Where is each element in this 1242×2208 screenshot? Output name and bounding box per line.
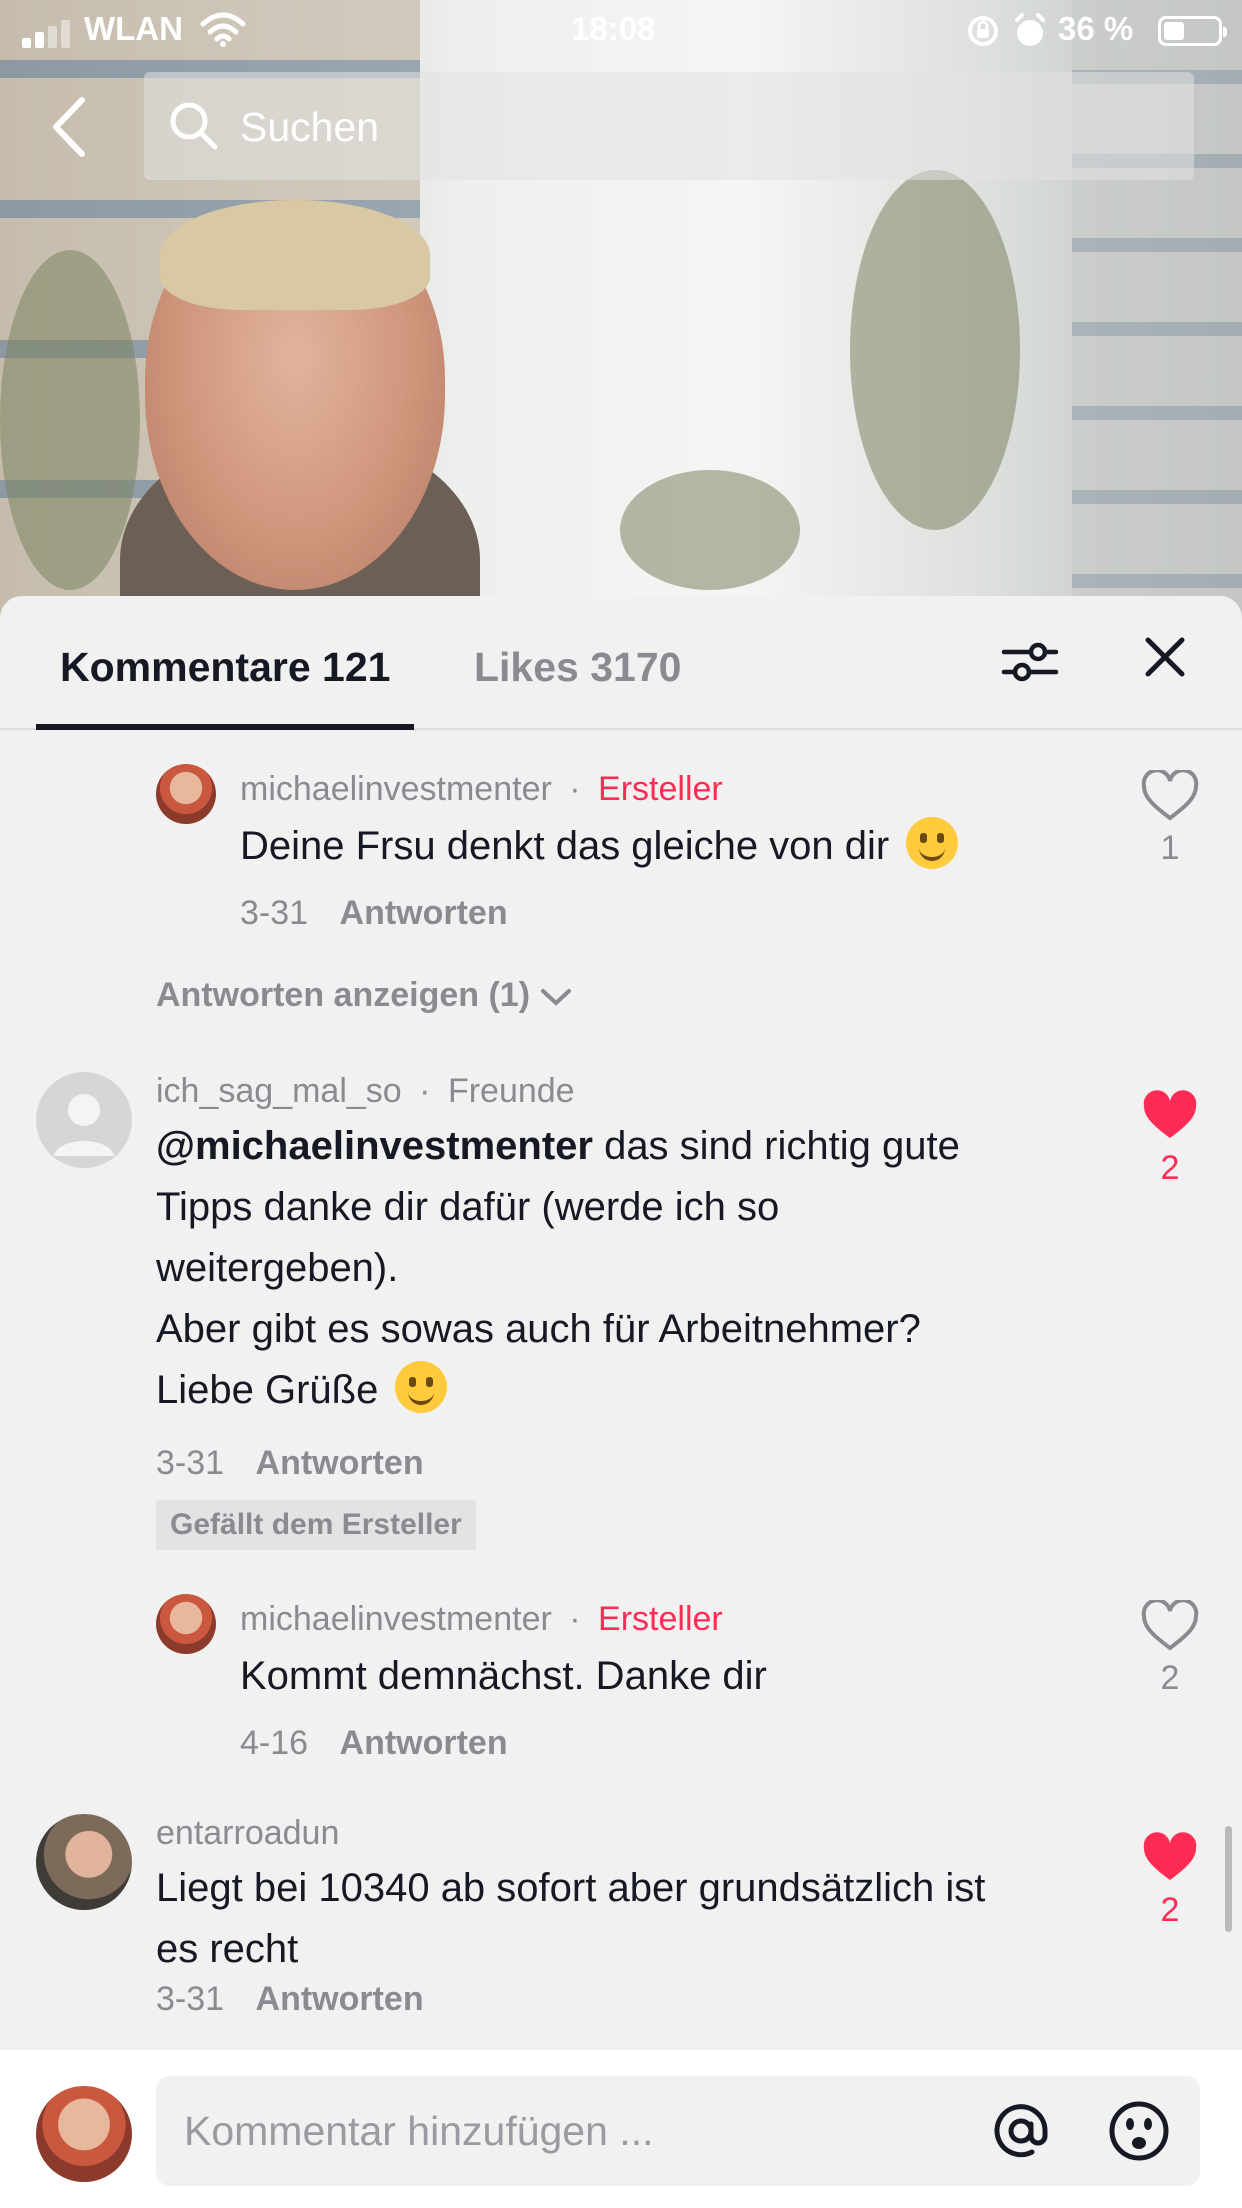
comment-text: Kommt demnächst. Danke dir — [240, 1654, 767, 1698]
carrier-label: WLAN — [84, 10, 183, 47]
comment: ich_sag_mal_so · Freunde @michaelinvestm… — [0, 1072, 1242, 1550]
comment-meta: 3-31 Antworten — [156, 1980, 424, 2019]
comment-text: Liegt bei 10340 ab sofort aber grundsätz… — [156, 1866, 986, 1971]
comment-composer: Kommentar hinzufügen ... — [0, 2050, 1242, 2208]
like-count: 1 — [1160, 829, 1180, 867]
my-avatar[interactable] — [36, 2086, 132, 2182]
search-placeholder: Suchen — [240, 104, 380, 150]
reply-button[interactable]: Antworten — [340, 1724, 508, 1762]
filter-icon[interactable] — [1000, 632, 1060, 692]
username[interactable]: michaelinvestmenter — [240, 1600, 552, 1638]
comment-reply: michaelinvestmenter · Ersteller Kommt de… — [0, 1594, 1242, 1762]
liked-by-creator-badge: Gefällt dem Ersteller — [156, 1500, 476, 1550]
emoji-picker-icon[interactable] — [1104, 2096, 1174, 2166]
comment-date: 4-16 — [240, 1724, 309, 1762]
alarm-icon — [1015, 13, 1045, 46]
comment-meta: 3-31 Antworten — [156, 1444, 424, 1483]
avatar[interactable] — [36, 1814, 132, 1910]
heart-filled-icon — [1143, 1090, 1197, 1138]
comments-panel: Kommentare 121 Likes 3170 michaelinvestm… — [0, 596, 1242, 2208]
comment-header: entarroadun — [156, 1814, 339, 1853]
clock: 18:08 — [571, 10, 656, 47]
reply-button[interactable]: Antworten — [256, 1444, 424, 1482]
like-count: 2 — [1160, 1659, 1180, 1697]
comment-date: 3-31 — [156, 1444, 225, 1482]
like-button[interactable]: 2 — [1140, 1598, 1200, 1698]
grinning-sweat-emoji-icon — [906, 817, 959, 869]
comment-meta: 3-31 Antworten — [240, 894, 508, 933]
comment-header: michaelinvestmenter · Ersteller — [240, 770, 723, 808]
username[interactable]: michaelinvestmenter — [240, 770, 552, 808]
comment-date: 3-31 — [240, 894, 309, 932]
like-count: 2 — [1160, 1149, 1180, 1187]
like-button[interactable]: 2 — [1140, 1832, 1200, 1930]
comment-text: @michaelinvestmenter das sind richtig gu… — [156, 1124, 960, 1413]
creator-tag: Ersteller — [598, 770, 723, 808]
avatar[interactable] — [156, 764, 216, 824]
status-bar: WLAN 18:08 36 % — [0, 0, 1242, 62]
battery-icon — [1158, 16, 1227, 46]
orientation-lock-icon — [968, 16, 998, 46]
palm-tree — [0, 250, 140, 590]
comment-header: ich_sag_mal_so · Freunde — [156, 1072, 575, 1110]
tab-comments[interactable]: Kommentare 121 — [60, 644, 390, 691]
comment-reply: michaelinvestmenter · Ersteller Deine Fr… — [0, 764, 1242, 932]
comment: entarroadun Liegt bei 10340 ab sofort ab… — [0, 1814, 1242, 2054]
comment-header: michaelinvestmenter · Ersteller — [240, 1600, 723, 1638]
tab-bar: Kommentare 121 Likes 3170 — [0, 596, 1242, 730]
comment-input-placeholder: Kommentar hinzufügen ... — [184, 2108, 654, 2154]
tree — [620, 470, 800, 590]
winking-face-emoji-icon — [395, 1361, 448, 1413]
avatar[interactable] — [36, 1072, 132, 1168]
like-button[interactable]: 2 — [1140, 1090, 1200, 1188]
username[interactable]: entarroadun — [156, 1814, 339, 1852]
active-tab-indicator — [36, 724, 414, 730]
reply-button[interactable]: Antworten — [256, 1980, 424, 2018]
heart-filled-icon — [1143, 1832, 1197, 1880]
signal-icon — [22, 20, 74, 48]
search-icon — [170, 102, 218, 150]
heart-outline-icon — [1141, 768, 1199, 821]
comment-input[interactable]: Kommentar hinzufügen ... — [156, 2076, 1200, 2186]
avatar[interactable] — [156, 1594, 216, 1654]
reply-button[interactable]: Antworten — [340, 894, 508, 932]
username[interactable]: ich_sag_mal_so — [156, 1072, 402, 1110]
scrollbar[interactable] — [1225, 1826, 1232, 1932]
comment-meta: 4-16 Antworten — [240, 1724, 508, 1763]
person-hair — [160, 200, 430, 310]
wifi-icon — [200, 12, 246, 47]
mention-link[interactable]: @michaelinvestmenter — [156, 1124, 593, 1168]
battery-percent: 36 % — [1058, 10, 1134, 47]
close-icon[interactable] — [1140, 632, 1190, 682]
back-chevron-icon[interactable] — [40, 92, 100, 162]
like-button[interactable]: 1 — [1140, 768, 1200, 868]
tab-likes[interactable]: Likes 3170 — [474, 644, 681, 691]
default-user-icon — [54, 1094, 114, 1156]
comment-text: Deine Frsu denkt das gleiche von dir — [240, 816, 959, 877]
mention-at-icon[interactable] — [986, 2096, 1056, 2166]
search-input[interactable]: Suchen — [144, 72, 1194, 180]
chevron-down-icon — [541, 989, 572, 1006]
comment-date: 3-31 — [156, 1980, 225, 2018]
show-replies-button[interactable]: Antworten anzeigen (1) — [156, 976, 573, 1015]
heart-outline-icon — [1141, 1598, 1199, 1651]
tree — [850, 170, 1020, 530]
friends-tag: Freunde — [447, 1072, 575, 1110]
like-count: 2 — [1160, 1891, 1180, 1929]
creator-tag: Ersteller — [598, 1600, 723, 1638]
